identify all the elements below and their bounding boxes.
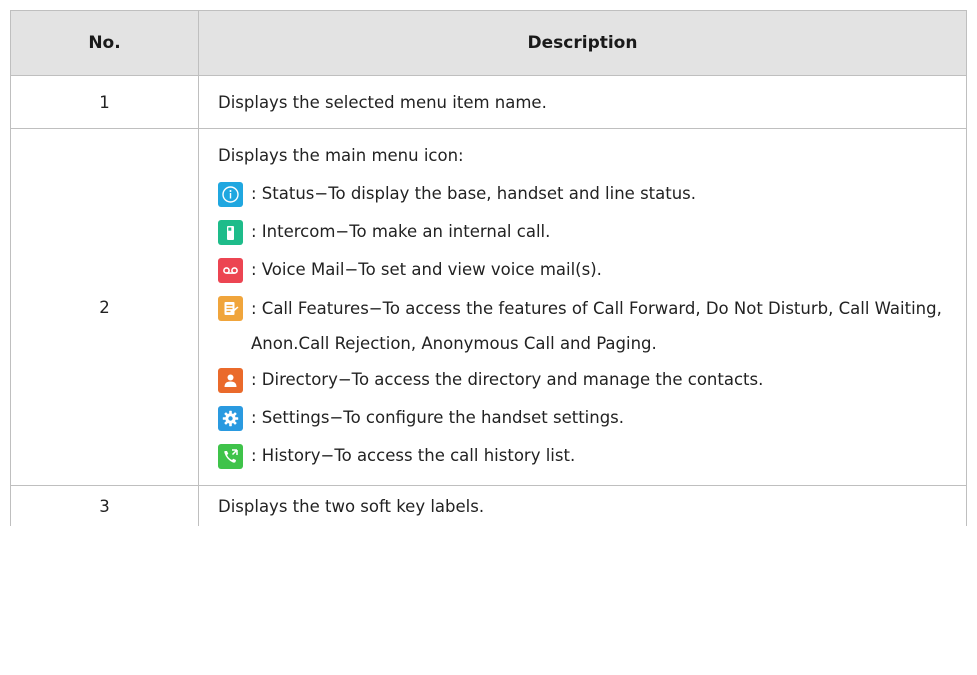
row-description: Displays the selected menu item name. [198,75,967,129]
menu-item-status: : Status−To display the base, handset an… [218,181,956,207]
directory-icon [218,368,243,393]
description-table: No. Description 1 Displays the selected … [0,0,977,675]
header-description: Description [198,10,967,76]
settings-icon [218,406,243,431]
header-no: No. [10,10,199,76]
menu-item-text: : Settings−To configure the handset sett… [251,408,625,427]
row-description: Displays the two soft key labels. [198,485,967,526]
row-description: Displays the main menu icon: : Status−To… [198,128,967,486]
menu-item-text: : Status−To display the base, handset an… [251,184,697,203]
menu-item-text: : Directory−To access the directory and … [251,370,764,389]
call-features-icon [218,296,243,321]
intercom-icon [218,220,243,245]
menu-intro-text: Displays the main menu icon: [218,146,464,165]
menu-item-call-features: : Call Features−To access the features o… [218,291,956,361]
menu-item-settings: : Settings−To configure the handset sett… [218,405,956,431]
menu-item-intercom: : Intercom−To make an internal call. [218,219,956,245]
table-row: 2 Displays the main menu icon: : Status−… [10,128,967,486]
status-icon [218,182,243,207]
menu-item-directory: : Directory−To access the directory and … [218,367,956,393]
row-number: 1 [10,75,199,129]
menu-item-text: : Call Features−To access the features o… [251,299,942,353]
row-number: 2 [10,128,199,486]
menu-item-text: : Voice Mail−To set and view voice mail(… [251,260,602,279]
menu-item-voice-mail: : Voice Mail−To set and view voice mail(… [218,257,956,283]
voice-mail-icon [218,258,243,283]
row-number: 3 [10,485,199,526]
menu-item-text: : History−To access the call history lis… [251,446,576,465]
table-header-row: No. Description [10,10,967,76]
table-row: 1 Displays the selected menu item name. [10,75,967,129]
menu-item-history: : History−To access the call history lis… [218,443,956,469]
history-icon [218,444,243,469]
table: No. Description 1 Displays the selected … [10,10,967,526]
menu-item-text: : Intercom−To make an internal call. [251,222,551,241]
table-row: 3 Displays the two soft key labels. [10,485,967,526]
